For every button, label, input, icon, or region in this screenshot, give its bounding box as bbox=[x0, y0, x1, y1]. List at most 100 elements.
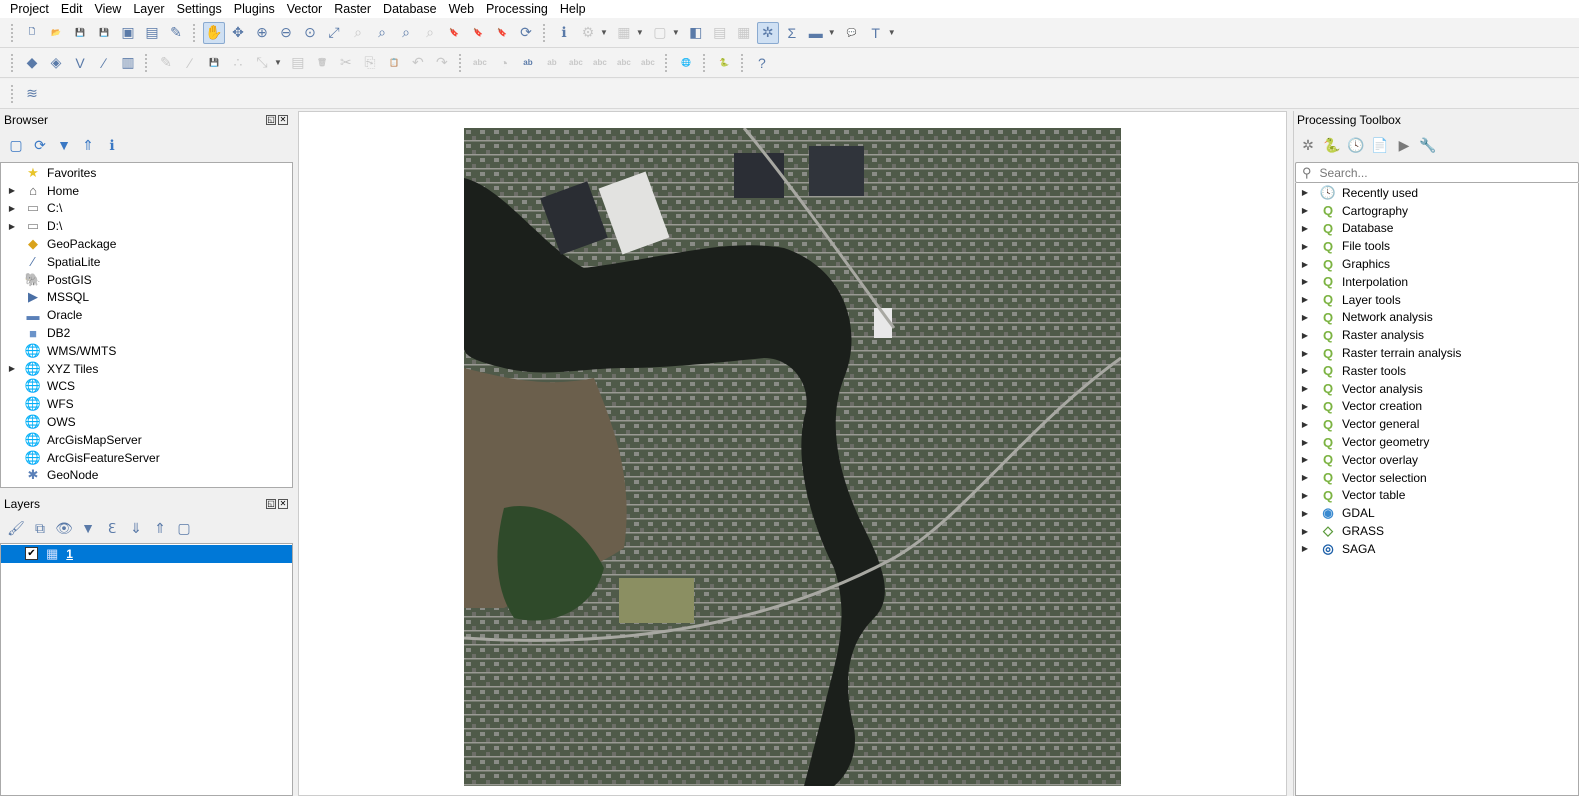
expand-arrow-icon[interactable]: ▶ bbox=[7, 204, 17, 213]
float-panel-icon[interactable]: ◱ bbox=[266, 115, 276, 125]
save-as-icon[interactable]: 💾 bbox=[93, 22, 115, 44]
zoom-next-icon[interactable]: ⌕ bbox=[419, 22, 441, 44]
expand-arrow-icon[interactable]: ▶ bbox=[1300, 331, 1310, 340]
expand-arrow-icon[interactable]: ▶ bbox=[1300, 384, 1310, 393]
map-canvas[interactable] bbox=[298, 111, 1287, 796]
toolbox-group-vector-creation[interactable]: ▶ Q Vector creation bbox=[1296, 398, 1578, 416]
new-geopackage-layer-icon[interactable]: ◈ bbox=[45, 52, 67, 74]
expand-arrow-icon[interactable]: ▶ bbox=[1300, 313, 1310, 322]
plugin-globe-icon[interactable]: 🌐 bbox=[675, 52, 697, 74]
close-panel-icon[interactable]: ✕ bbox=[278, 499, 288, 509]
toolbox-group-vector-analysis[interactable]: ▶ Q Vector analysis bbox=[1296, 380, 1578, 398]
properties-icon[interactable]: ℹ bbox=[102, 135, 122, 155]
current-edits-icon[interactable]: ✎ bbox=[155, 52, 177, 74]
browser-item-spatialite[interactable]: ∕ SpatiaLite bbox=[1, 253, 292, 271]
expand-arrow-icon[interactable]: ▶ bbox=[1300, 206, 1310, 215]
identify-icon[interactable]: ℹ bbox=[553, 22, 575, 44]
browser-item-ows[interactable]: 🌐 OWS bbox=[1, 413, 292, 431]
expand-arrow-icon[interactable]: ▶ bbox=[1300, 402, 1310, 411]
toolbox-group-graphics[interactable]: ▶ Q Graphics bbox=[1296, 255, 1578, 273]
browser-item-wms-wmts[interactable]: 🌐 WMS/WMTS bbox=[1, 342, 292, 360]
statistics-icon[interactable]: Σ bbox=[781, 22, 803, 44]
dropdown-arrow-icon[interactable]: ▼ bbox=[636, 28, 644, 37]
browser-item-wfs[interactable]: 🌐 WFS bbox=[1, 395, 292, 413]
python-console-icon[interactable]: 🐍 bbox=[713, 52, 735, 74]
remove-layer-icon[interactable]: ▢ bbox=[174, 518, 194, 538]
collapse-all-icon[interactable]: ⇑ bbox=[150, 518, 170, 538]
toolbox-group-vector-geometry[interactable]: ▶ Q Vector geometry bbox=[1296, 433, 1578, 451]
toolbox-group-grass[interactable]: ▶ ◇ GRASS bbox=[1296, 522, 1578, 540]
menu-settings[interactable]: Settings bbox=[171, 0, 228, 18]
toolbox-search-input[interactable]: ⚲ Search... bbox=[1295, 162, 1579, 183]
add-feature-icon[interactable]: ∴ bbox=[227, 52, 249, 74]
browser-item-geopackage[interactable]: ◆ GeoPackage bbox=[1, 235, 292, 253]
zoom-full-icon[interactable]: ⤢ bbox=[323, 22, 345, 44]
undo-icon[interactable]: ↶ bbox=[407, 52, 429, 74]
pan-to-selection-icon[interactable]: ✥ bbox=[227, 22, 249, 44]
menu-processing[interactable]: Processing bbox=[480, 0, 554, 18]
browser-item-arcgismapserver[interactable]: 🌐 ArcGisMapServer bbox=[1, 431, 292, 449]
menu-help[interactable]: Help bbox=[554, 0, 592, 18]
attribute-table-icon[interactable]: ▤ bbox=[709, 22, 731, 44]
menu-project[interactable]: Project bbox=[4, 0, 55, 18]
browser-item-favorites[interactable]: ★ Favorites bbox=[1, 164, 292, 182]
zoom-last-icon[interactable]: ⌕ bbox=[395, 22, 417, 44]
toolbox-group-file-tools[interactable]: ▶ Q File tools bbox=[1296, 237, 1578, 255]
expand-arrow-icon[interactable]: ▶ bbox=[1300, 224, 1310, 233]
expression-filter-icon[interactable]: ℇ bbox=[102, 518, 122, 538]
expand-arrow-icon[interactable]: ▶ bbox=[1300, 277, 1310, 286]
diagram-icon[interactable]: ◔ bbox=[493, 52, 515, 74]
expand-arrow-icon[interactable]: ▶ bbox=[7, 186, 17, 195]
show-bookmarks-icon[interactable]: 🔖 bbox=[467, 22, 489, 44]
toolbox-group-database[interactable]: ▶ Q Database bbox=[1296, 220, 1578, 238]
toolbox-group-gdal[interactable]: ▶ ◉ GDAL bbox=[1296, 504, 1578, 522]
dropdown-arrow-icon[interactable]: ▼ bbox=[274, 58, 282, 67]
menu-vector[interactable]: Vector bbox=[281, 0, 328, 18]
change-label-icon[interactable]: abc bbox=[637, 52, 659, 74]
expand-arrow-icon[interactable]: ▶ bbox=[1300, 366, 1310, 375]
menu-view[interactable]: View bbox=[88, 0, 127, 18]
layer-visibility-checkbox[interactable]: ✔ bbox=[25, 547, 38, 561]
dropdown-arrow-icon[interactable]: ▼ bbox=[888, 28, 896, 37]
new-bookmark-icon[interactable]: 🔖 bbox=[443, 22, 465, 44]
dropdown-arrow-icon[interactable]: ▼ bbox=[828, 28, 836, 37]
processing-toolbox-icon[interactable]: ✲ bbox=[756, 21, 779, 44]
toolbox-group-cartography[interactable]: ▶ Q Cartography bbox=[1296, 202, 1578, 220]
zoom-in-icon[interactable]: ⊕ bbox=[251, 22, 273, 44]
open-project-icon[interactable]: 📂 bbox=[45, 22, 67, 44]
filter-icon[interactable]: ▼ bbox=[54, 135, 74, 155]
new-print-layout-icon[interactable]: ▣ bbox=[117, 22, 139, 44]
expand-arrow-icon[interactable]: ▶ bbox=[1300, 473, 1310, 482]
deselect-all-icon[interactable]: ◧ bbox=[685, 22, 707, 44]
data-source-manager-icon[interactable]: ◆ bbox=[21, 52, 43, 74]
zoom-out-icon[interactable]: ⊖ bbox=[275, 22, 297, 44]
new-temporary-layer-icon[interactable]: ▥ bbox=[117, 52, 139, 74]
browser-item-mssql[interactable]: ▶ MSSQL bbox=[1, 289, 292, 307]
toolbar-grip[interactable] bbox=[11, 84, 15, 103]
zoom-native-icon[interactable]: ⊙ bbox=[299, 22, 321, 44]
toolbox-group-network-analysis[interactable]: ▶ Q Network analysis bbox=[1296, 309, 1578, 327]
browser-item-oracle[interactable]: ▬ Oracle bbox=[1, 306, 292, 324]
paste-icon[interactable]: 📋 bbox=[383, 52, 405, 74]
expand-arrow-icon[interactable]: ▶ bbox=[1300, 295, 1310, 304]
toolbar-grip[interactable] bbox=[11, 53, 15, 72]
toolbox-group-saga[interactable]: ▶ ◎ SAGA bbox=[1296, 540, 1578, 558]
refresh-icon[interactable]: ⟳ bbox=[30, 135, 50, 155]
models-icon[interactable]: ✲ bbox=[1298, 135, 1318, 155]
add-group-icon[interactable]: ⧉ bbox=[30, 518, 50, 538]
menu-edit[interactable]: Edit bbox=[55, 0, 89, 18]
browser-item-xyz-tiles[interactable]: ▶ 🌐 XYZ Tiles bbox=[1, 360, 292, 378]
close-panel-icon[interactable]: ✕ bbox=[278, 115, 288, 125]
expand-arrow-icon[interactable]: ▶ bbox=[1300, 544, 1310, 553]
browser-item-c[interactable]: ▶ ▭ C:\ bbox=[1, 200, 292, 218]
browser-item-home[interactable]: ▶ ⌂ Home bbox=[1, 182, 292, 200]
expand-arrow-icon[interactable]: ▶ bbox=[1300, 438, 1310, 447]
toolbox-group-vector-overlay[interactable]: ▶ Q Vector overlay bbox=[1296, 451, 1578, 469]
add-selected-layers-icon[interactable]: ▢ bbox=[6, 135, 26, 155]
menu-database[interactable]: Database bbox=[377, 0, 443, 18]
spatial-bookmarks-icon[interactable]: 🔖 bbox=[491, 22, 513, 44]
browser-item-d[interactable]: ▶ ▭ D:\ bbox=[1, 217, 292, 235]
scripts-icon[interactable]: 🐍 bbox=[1322, 135, 1342, 155]
layers-panel-icon[interactable]: ≋ bbox=[21, 83, 43, 105]
expand-arrow-icon[interactable]: ▶ bbox=[1300, 260, 1310, 269]
